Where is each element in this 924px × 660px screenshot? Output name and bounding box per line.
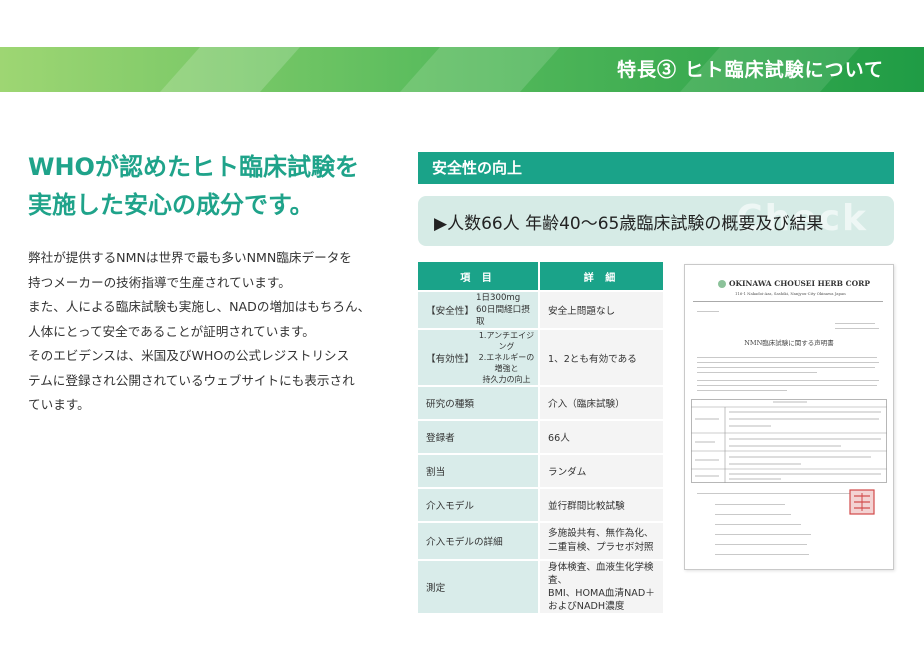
detail-line: BMI、HOMA血清NAD＋ [548, 588, 655, 599]
table-cell-item: 測定 [418, 559, 540, 613]
table-cell-detail: 並行群間比較試験 [539, 487, 663, 522]
detail-line: 多施設共有、無作為化、 [548, 528, 654, 539]
company-logo-icon [718, 280, 726, 288]
text-line [697, 357, 877, 358]
text-line [715, 504, 785, 505]
description-line: また、人による臨床試験も実施し、NADの増加はもちろん、 [28, 299, 371, 314]
text-line [697, 311, 719, 312]
efficacy-point-2: 2.エネルギーの増強と [478, 353, 535, 373]
table-cell-item: 介入モデル [418, 487, 540, 522]
description-line: ています。 [28, 397, 90, 412]
table-row: 測定 身体検査、血液生化学検査、 BMI、HOMA血清NAD＋ およびNADH濃… [418, 559, 663, 613]
table-header-detail: 詳 細 [539, 262, 663, 291]
text-line [697, 385, 877, 386]
page-headline: WHOが認めたヒト臨床試験を 実施した安心の成分です。 [28, 148, 359, 224]
description-line: 弊社が提供するNMNは世界で最も多いNMN臨床データを [28, 250, 352, 265]
safety-dose: 1日300mg [475, 293, 521, 303]
safety-duration: 60日間経口摂取 [475, 305, 530, 327]
text-line [697, 380, 879, 381]
detail-line: 二重盲検、プラセボ対照 [548, 542, 654, 553]
table-row: 【有効性】 1.アンチエイジング 2.エネルギーの増強と 持久力の向上 1、2と… [418, 328, 663, 386]
summary-box: Check ▶人数66人 年齢40～65歳臨床試験の概要及び結果 [418, 196, 894, 246]
document-title: NMN臨床試験に関する声明書 [744, 339, 834, 347]
detail-line: 身体検査、血液生化学検査、 [548, 562, 654, 586]
table-cell-detail: 1、2とも有効である [539, 328, 663, 386]
text-line [715, 554, 809, 555]
text-line [697, 390, 787, 391]
headline-line-2: 実施した安心の成分です。 [28, 191, 314, 219]
table-cell-detail: 安全上問題なし [539, 290, 663, 329]
table-cell-detail: 介入（臨床試験） [539, 385, 663, 420]
text-line [715, 544, 807, 545]
safety-detail: 1日300mg 60日間経口摂取 [476, 292, 538, 328]
detail-line: およびNADH濃度 [548, 601, 625, 612]
efficacy-point-2-cont: 持久力の向上 [482, 375, 531, 384]
text-line [715, 534, 811, 535]
text-line [715, 524, 801, 525]
safety-label: 【安全性】 [426, 306, 474, 317]
efficacy-label: 【有効性】 [426, 353, 474, 365]
table-row: 【安全性】 1日300mg 60日間経口摂取 安全上問題なし [418, 290, 663, 329]
table-cell-item: 介入モデルの詳細 [418, 521, 540, 560]
divider [693, 301, 883, 302]
company-address: 116-1 Nakadoi-Aza, Sashiki, Nanjyou-City… [735, 291, 846, 296]
text-line [697, 372, 817, 373]
banner-title: 特長③ ヒト臨床試験について [616, 59, 884, 81]
table-header-item: 項 目 [418, 262, 540, 291]
trial-spec-table: 項 目 詳 細 【安全性】 1日300mg 60日間経口摂取 安全上問題なし 【… [418, 262, 663, 613]
evaluation-table [691, 399, 887, 483]
table-cell-detail: 66人 [539, 419, 663, 454]
table-row: 研究の種類 介入（臨床試験） [418, 385, 663, 420]
headline-line-1: WHOが認めたヒト臨床試験を [28, 153, 359, 181]
company-name: OKINAWA CHOUSEI HERB CORP [729, 279, 870, 288]
text-line [715, 514, 791, 515]
description-line: 持つメーカーの技術指導で生産されています。 [28, 274, 291, 290]
table-cell-item: 研究の種類 [418, 385, 540, 420]
table-cell-detail: 多施設共有、無作為化、 二重盲検、プラセボ対照 [539, 521, 663, 560]
description-line: テムに登録され公開されているウェブサイトにも表示され [28, 372, 355, 388]
description-line: そのエビデンスは、米国及びWHOの公式レジストリシス [28, 348, 350, 363]
text-line [697, 367, 875, 368]
table-row: 介入モデル 並行群間比較試験 [418, 487, 663, 522]
table-row: 介入モデルの詳細 多施設共有、無作為化、 二重盲検、プラセボ対照 [418, 521, 663, 560]
text-line [697, 493, 867, 494]
certificate-document: OKINAWA CHOUSEI HERB CORP 116-1 Nakadoi-… [684, 264, 894, 570]
table-cell-item: 【有効性】 1.アンチエイジング 2.エネルギーの増強と 持久力の向上 [418, 328, 540, 386]
table-cell-detail: 身体検査、血液生化学検査、 BMI、HOMA血清NAD＋ およびNADH濃度 [539, 559, 663, 613]
section-title-bar: 安全性の向上 [418, 152, 894, 184]
description-line: 人体にとって安全であることが証明されています。 [28, 323, 315, 339]
text-line [835, 328, 879, 329]
efficacy-detail: 1.アンチエイジング 2.エネルギーの増強と 持久力の向上 [475, 330, 538, 385]
description-paragraph: 弊社が提供するNMNは世界で最も多いNMN臨床データを 持つメーカーの技術指導で… [28, 246, 388, 418]
header-banner: 特長③ ヒト臨床試験について [0, 47, 924, 92]
table-row: 割当 ランダム [418, 453, 663, 488]
seal-stamp-icon [849, 489, 875, 515]
table-cell-item: 【安全性】 1日300mg 60日間経口摂取 [418, 290, 540, 329]
summary-text: ▶人数66人 年齢40～65歳臨床試験の概要及び結果 [434, 214, 824, 234]
table-cell-detail: ランダム [539, 453, 663, 488]
table-cell-item: 割当 [418, 453, 540, 488]
text-line [697, 362, 879, 363]
efficacy-point-1: 1.アンチエイジング [478, 331, 535, 351]
table-row: 登録者 66人 [418, 419, 663, 454]
text-line [835, 323, 875, 324]
table-cell-item: 登録者 [418, 419, 540, 454]
